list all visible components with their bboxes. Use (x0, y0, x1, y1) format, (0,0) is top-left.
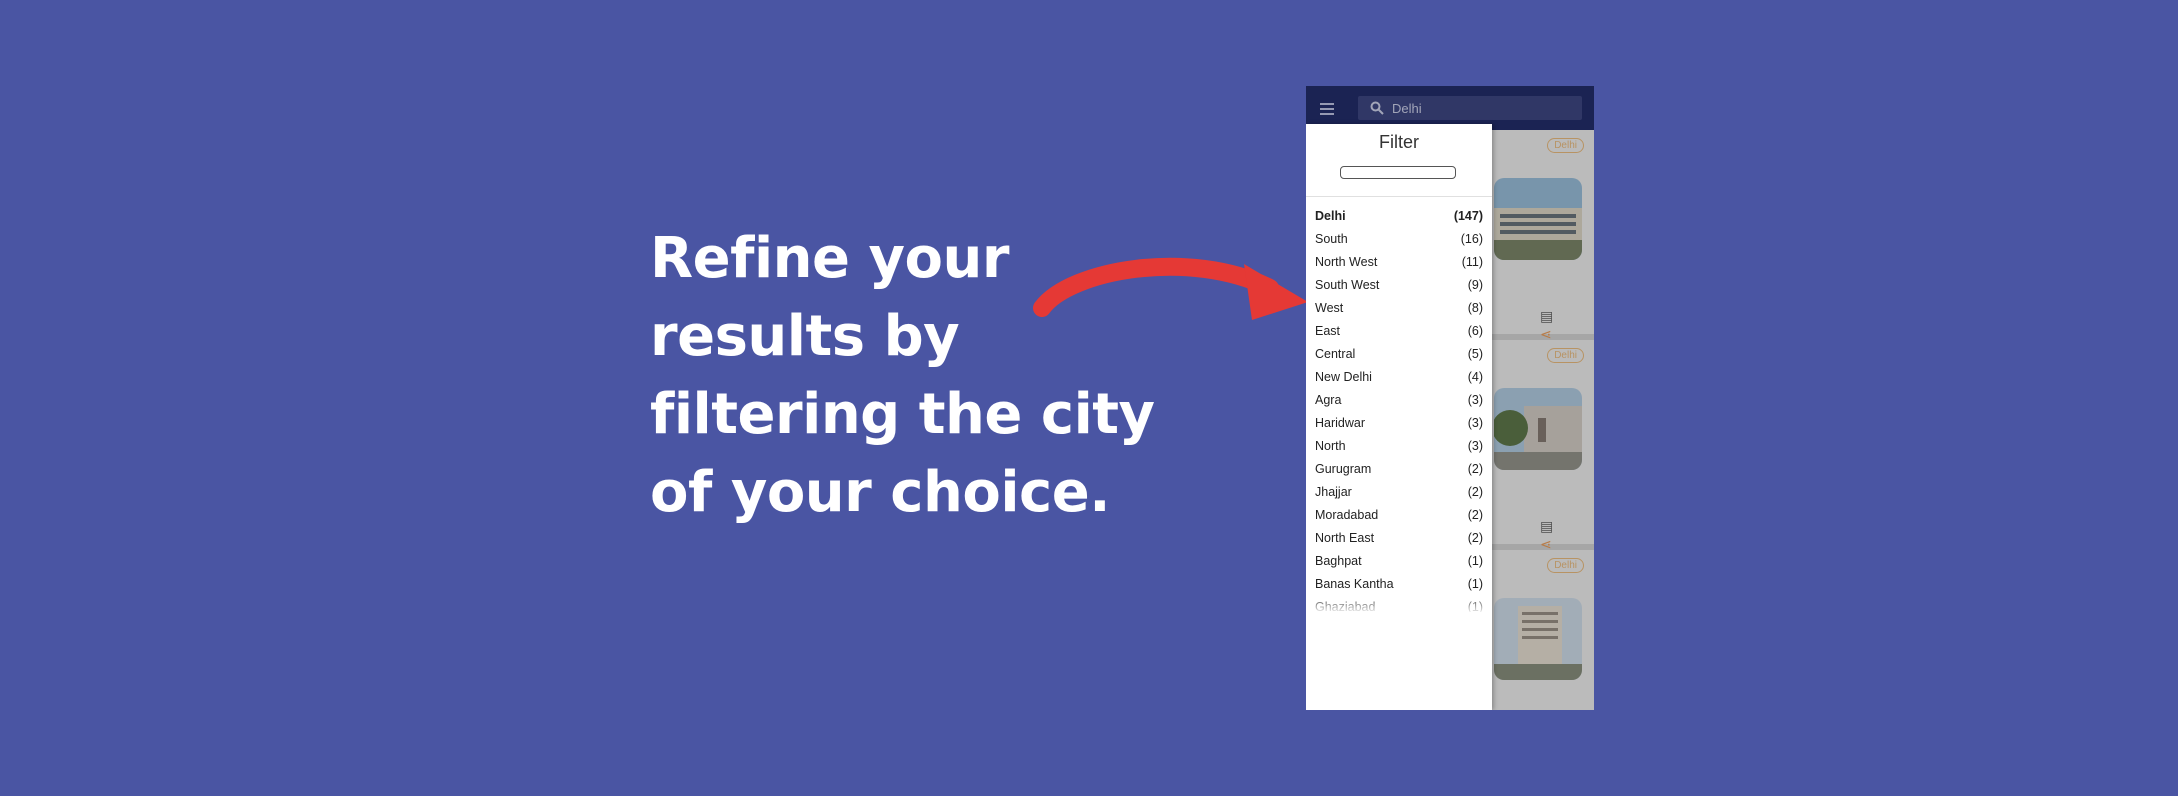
filter-drawer: Filter Delhi (147) South (16) North West (11)… (1306, 124, 1492, 710)
list-fade (1306, 594, 1492, 614)
city-count: (2) (1467, 484, 1483, 499)
result-card[interactable]: Delhi ▤ ⋖ (1492, 340, 1594, 552)
city-name: South West (1315, 277, 1380, 292)
card-actions: ▤ ⋖ (1540, 518, 1594, 554)
comment-icon[interactable]: ▤ (1540, 308, 1553, 325)
divider (1306, 196, 1492, 197)
city-name: Gurugram (1315, 461, 1372, 476)
city-count: (3) (1467, 438, 1483, 453)
filter-search-field[interactable] (1340, 166, 1456, 179)
city-count: (11) (1461, 254, 1483, 269)
city-filter-item[interactable]: Banas Kantha (1) (1306, 572, 1492, 595)
red-arrow-icon (1033, 257, 1308, 320)
city-filter-item[interactable]: Agra (3) (1306, 388, 1492, 411)
city-count: (9) (1467, 277, 1483, 292)
city-count: (1) (1467, 576, 1483, 591)
city-filter-list[interactable]: Delhi (147) South (16) North West (11) South W… (1306, 204, 1492, 613)
city-count: (2) (1467, 461, 1483, 476)
city-name: East (1315, 323, 1341, 338)
city-name: Central (1315, 346, 1356, 361)
city-count: (6) (1467, 323, 1483, 338)
search-input[interactable] (1392, 96, 1572, 120)
city-filter-item[interactable]: Central (5) (1306, 342, 1492, 365)
city-filter-item[interactable]: North East (2) (1306, 526, 1492, 549)
city-filter-item[interactable]: Gurugram (2) (1306, 457, 1492, 480)
search-bar[interactable] (1358, 96, 1582, 120)
city-filter-item[interactable]: South (16) (1306, 227, 1492, 250)
city-filter-item[interactable]: South West (9) (1306, 273, 1492, 296)
city-name: North East (1315, 530, 1375, 545)
city-count: (2) (1467, 507, 1483, 522)
city-filter-item[interactable]: Haridwar (3) (1306, 411, 1492, 434)
hamburger-menu-icon[interactable] (1316, 97, 1338, 119)
city-count: (3) (1467, 415, 1483, 430)
headline-line: filtering the city (650, 382, 1155, 447)
city-count: (16) (1460, 231, 1483, 246)
city-filter-item[interactable]: East (6) (1306, 319, 1492, 342)
city-name: Agra (1315, 392, 1342, 407)
city-filter-item[interactable]: Baghpat (1) (1306, 549, 1492, 572)
city-count: (4) (1467, 369, 1483, 384)
city-name: New Delhi (1315, 369, 1372, 384)
city-count: (2) (1467, 530, 1483, 545)
city-count: (1) (1467, 553, 1483, 568)
hospital-image (1494, 178, 1582, 260)
city-badge: Delhi (1547, 348, 1584, 363)
result-card[interactable]: Delhi (1492, 550, 1594, 710)
city-count: (147) (1453, 208, 1483, 223)
city-name: North (1315, 438, 1346, 453)
city-filter-item[interactable]: North West (11) (1306, 250, 1492, 273)
hospital-image (1494, 388, 1582, 470)
search-icon (1370, 101, 1384, 115)
city-name: South (1315, 231, 1348, 246)
card-actions: ▤ ⋖ (1540, 308, 1594, 344)
result-card[interactable]: Delhi ▤ ⋖ (1492, 130, 1594, 342)
city-filter-item[interactable]: North (3) (1306, 434, 1492, 457)
city-name: Jhajjar (1315, 484, 1352, 499)
app-screenshot: Delhi ▤ ⋖ Delhi (1306, 86, 1594, 710)
city-filter-item[interactable]: New Delhi (4) (1306, 365, 1492, 388)
city-badge: Delhi (1547, 138, 1584, 153)
city-count: (3) (1467, 392, 1483, 407)
city-filter-item[interactable]: West (8) (1306, 296, 1492, 319)
city-name: North West (1315, 254, 1378, 269)
city-filter-item[interactable]: Moradabad (2) (1306, 503, 1492, 526)
headline-line: of your choice. (650, 460, 1110, 525)
results-list: Delhi ▤ ⋖ Delhi ▤ ⋖ Delhi (1492, 130, 1594, 710)
city-filter-item[interactable]: Delhi (147) (1306, 204, 1492, 227)
city-filter-item[interactable]: Jhajjar (2) (1306, 480, 1492, 503)
city-name: Baghpat (1315, 553, 1362, 568)
city-name: Haridwar (1315, 415, 1366, 430)
city-count: (8) (1467, 300, 1483, 315)
city-name: Banas Kantha (1315, 576, 1394, 591)
city-count: (5) (1467, 346, 1483, 361)
city-name: Moradabad (1315, 507, 1379, 522)
hospital-image (1494, 598, 1582, 680)
city-badge: Delhi (1547, 558, 1584, 573)
city-name: Delhi (1315, 208, 1346, 223)
filter-title: Filter (1379, 132, 1419, 152)
city-name: West (1315, 300, 1344, 315)
comment-icon[interactable]: ▤ (1540, 518, 1553, 535)
